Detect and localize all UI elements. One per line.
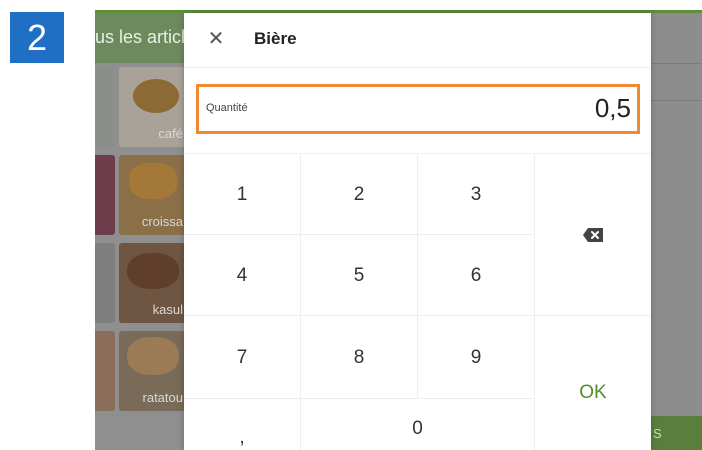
backspace-button[interactable]	[535, 154, 651, 316]
kasul-dish-image	[127, 253, 179, 289]
background-thumbnail-partial	[95, 331, 115, 411]
background-article-label: kasul	[152, 302, 183, 317]
app-screen: us les articl café croissa kasul ratatou…	[95, 10, 702, 450]
key-label: 3	[470, 184, 482, 205]
key-label: 1	[236, 184, 248, 205]
key-decimal-comma[interactable]: ,	[184, 399, 301, 450]
quantity-dialog: ✕ Bière Quantité 0,5 1 2 3 4 5 6 7 8 9 O…	[184, 13, 651, 450]
background-action-button-label: S	[653, 426, 662, 441]
background-header: us les articl	[95, 13, 190, 63]
background-thumbnail-partial	[95, 155, 115, 235]
numeric-keypad: 1 2 3 4 5 6 7 8 9 OK , 0	[184, 153, 651, 450]
ok-button[interactable]: OK	[535, 316, 651, 450]
key-7[interactable]: 7	[184, 316, 301, 399]
ratatouille-image	[127, 337, 179, 375]
key-5[interactable]: 5	[301, 235, 418, 316]
divider	[651, 63, 702, 64]
close-icon[interactable]: ✕	[205, 28, 227, 50]
key-label: 6	[470, 265, 482, 286]
croissant-image	[129, 163, 177, 199]
quantity-value: 0,5	[594, 93, 631, 123]
ok-label: OK	[579, 382, 607, 403]
key-label: 4	[236, 265, 248, 286]
background-article-label: café	[158, 126, 183, 141]
key-label: 9	[470, 347, 482, 368]
background-right-panel	[651, 13, 702, 450]
background-article-tile[interactable]: café	[119, 67, 185, 147]
dialog-title: Bière	[254, 29, 297, 48]
key-label: 8	[353, 347, 365, 368]
background-article-tile[interactable]: kasul	[119, 243, 185, 323]
step-number-badge: 2	[10, 12, 64, 63]
background-header-title: us les articl	[95, 27, 186, 47]
soup-bowl-image	[133, 79, 179, 113]
key-label: 5	[353, 265, 365, 286]
key-8[interactable]: 8	[301, 316, 418, 399]
background-article-label: croissa	[141, 214, 183, 229]
backspace-icon	[583, 228, 603, 242]
background-article-tile[interactable]: ratatou	[119, 331, 185, 411]
key-4[interactable]: 4	[184, 235, 301, 316]
quantity-field[interactable]: Quantité 0,5	[196, 84, 640, 134]
background-article-list: café croissa kasul ratatou	[95, 63, 190, 450]
key-3[interactable]: 3	[418, 154, 535, 235]
key-1[interactable]: 1	[184, 154, 301, 235]
background-article-tile[interactable]: croissa	[119, 155, 185, 235]
background-article-label: ratatou	[142, 390, 183, 405]
key-label: 7	[236, 347, 248, 368]
divider	[651, 100, 702, 101]
key-2[interactable]: 2	[301, 154, 418, 235]
dialog-header: ✕ Bière	[184, 13, 651, 68]
quantity-label: Quantité	[206, 102, 248, 114]
key-label: ,	[239, 427, 245, 448]
key-6[interactable]: 6	[418, 235, 535, 316]
key-9[interactable]: 9	[418, 316, 535, 399]
key-label: 0	[412, 418, 423, 439]
background-thumbnail-partial	[95, 243, 115, 323]
key-0[interactable]: 0	[301, 399, 535, 450]
key-label: 2	[353, 184, 365, 205]
background-thumbnail-partial	[95, 67, 115, 147]
